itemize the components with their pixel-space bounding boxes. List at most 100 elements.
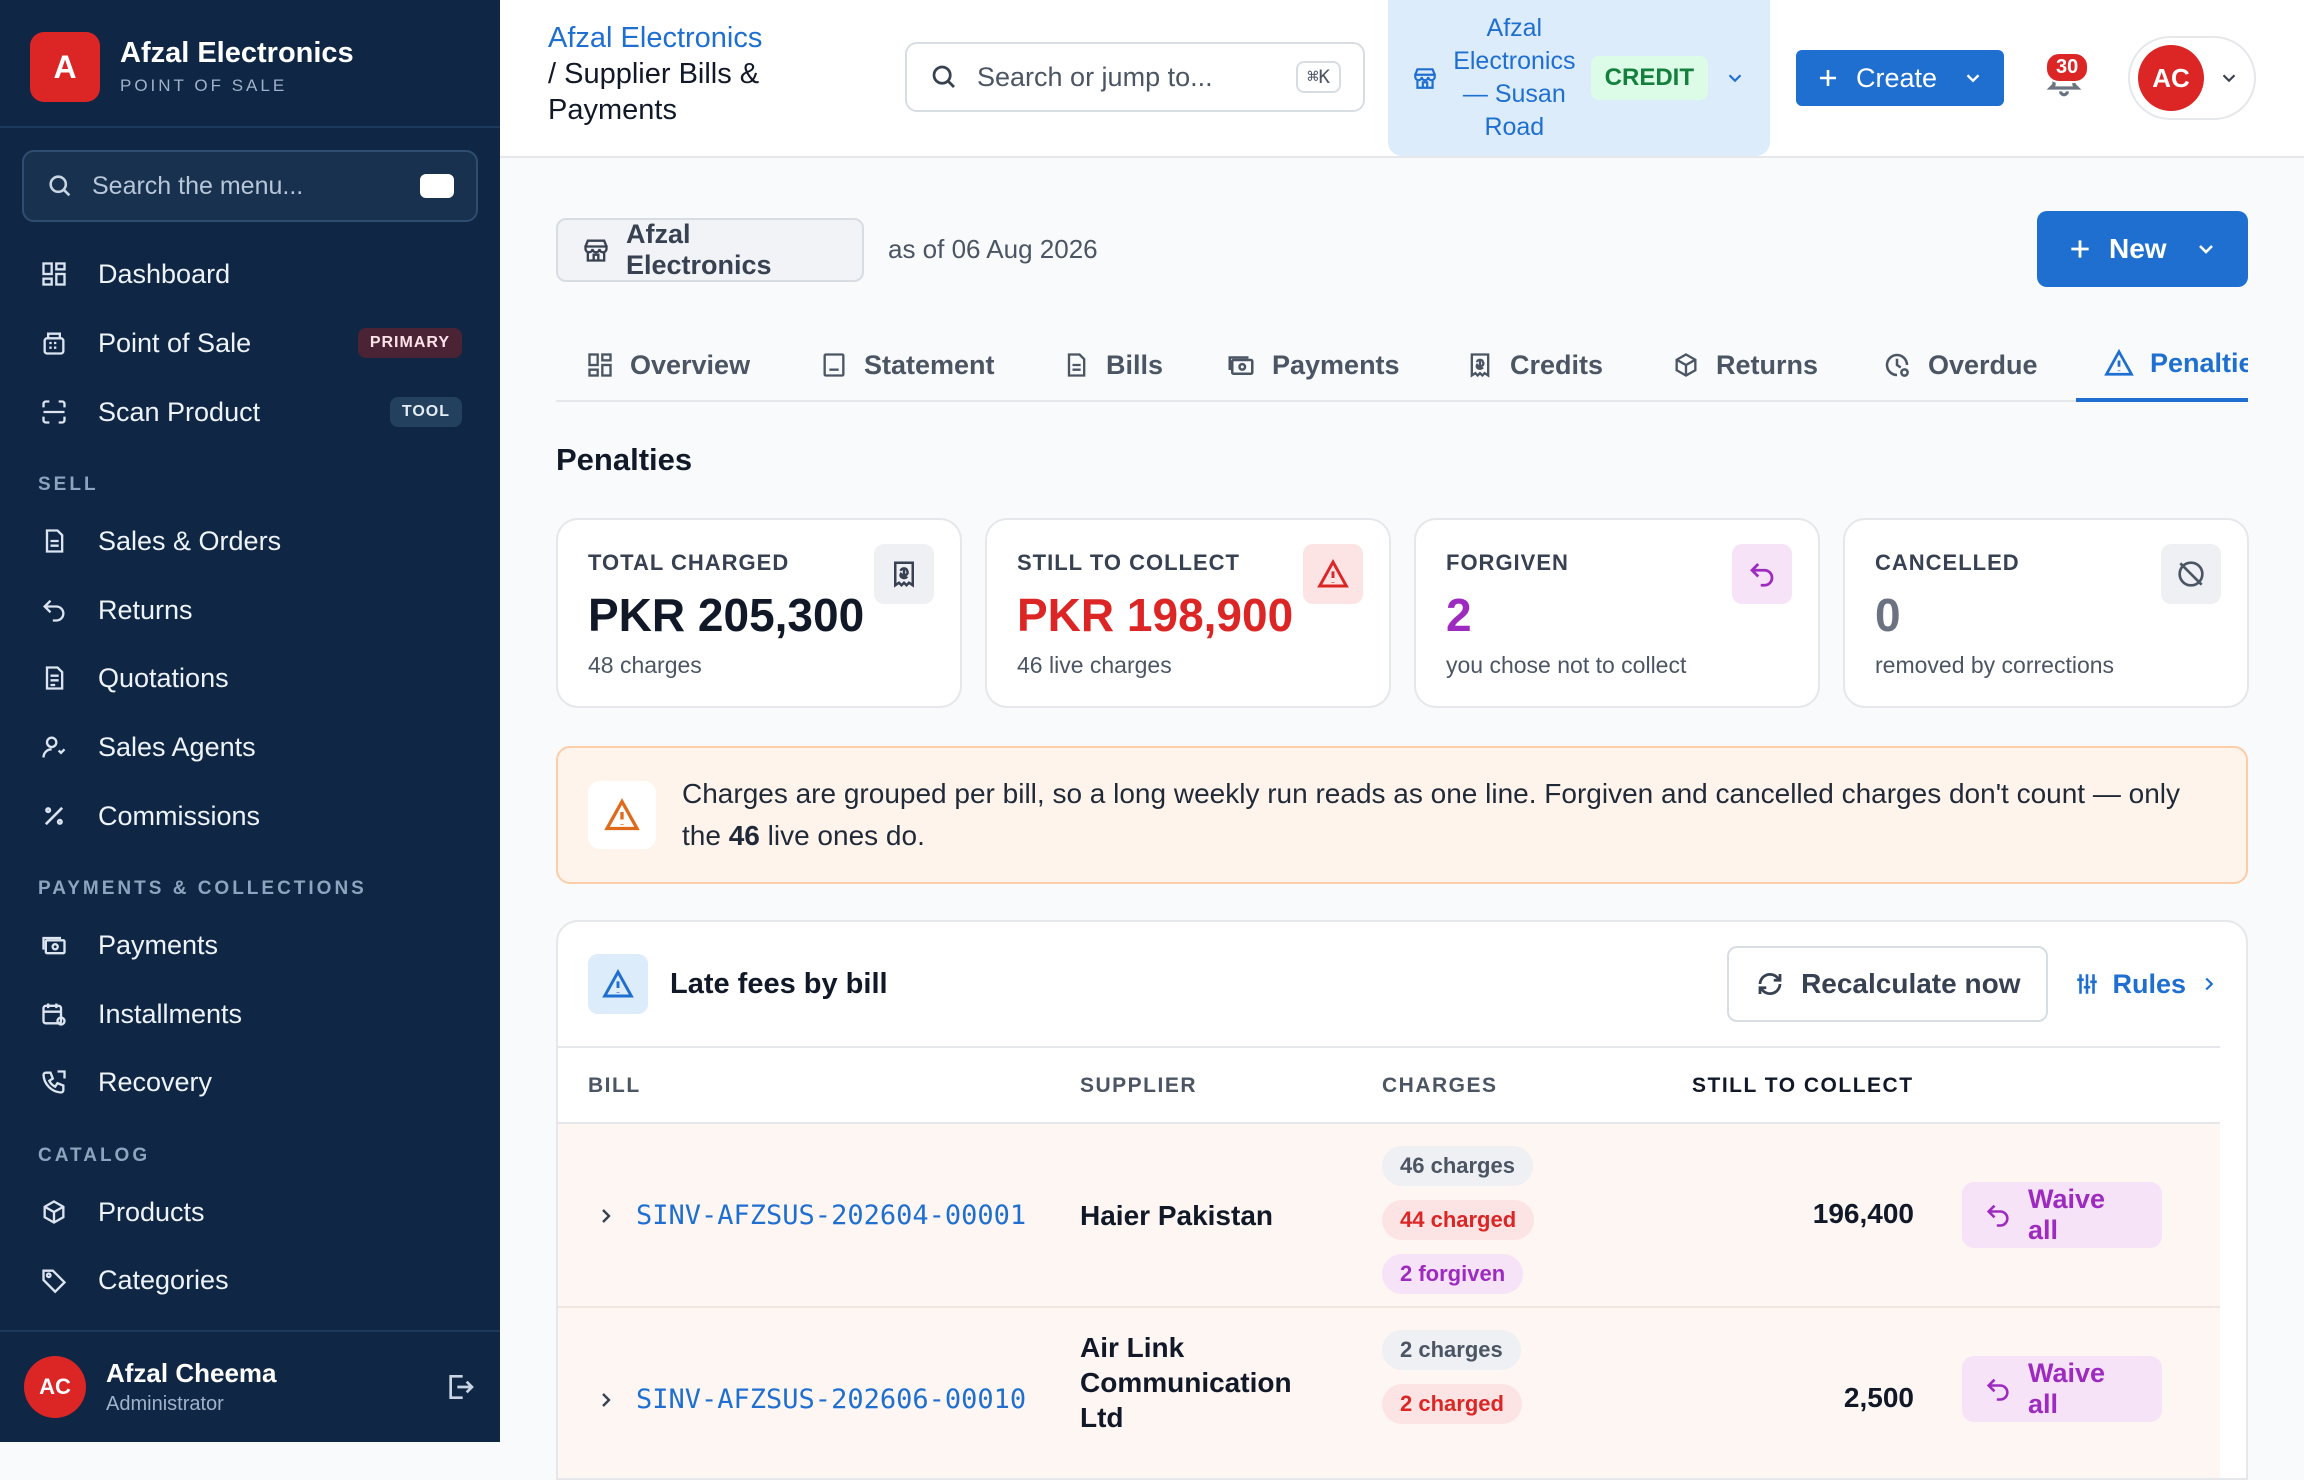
brand-subtitle: POINT OF SALE xyxy=(120,75,288,95)
rules-link[interactable]: Rules xyxy=(2074,969,2220,1000)
sidebar-item-categories[interactable]: Categories xyxy=(38,1252,462,1308)
charges-count-chip: 46 charges xyxy=(1382,1146,1533,1186)
current-user[interactable]: AC Afzal Cheema Administrator xyxy=(0,1330,500,1442)
recalculate-label: Recalculate now xyxy=(1801,968,2021,999)
main-content: Afzal Electronics as of 06 Aug 2026 New … xyxy=(500,158,2304,1480)
sidebar-item-label: Dashboard xyxy=(98,258,231,289)
table-row[interactable]: SINV-AFZSUS-202606-00010 Air Link Commun… xyxy=(558,1308,2220,1478)
sidebar-item-sales-orders[interactable]: Sales & Orders xyxy=(38,513,462,569)
chevron-right-icon[interactable] xyxy=(594,1388,618,1412)
global-search-input[interactable]: Search or jump to... ⌘K xyxy=(905,42,1365,112)
create-label: Create xyxy=(1856,62,1938,93)
tab-overdue[interactable]: Overdue xyxy=(1882,328,2038,402)
notice-text-end: live ones do. xyxy=(759,820,925,851)
new-label: New xyxy=(2109,233,2167,264)
recalculate-button[interactable]: Recalculate now xyxy=(1727,946,2049,1022)
sidebar: A Afzal Electronics POINT OF SALE Search… xyxy=(0,0,500,1442)
column-header-supplier[interactable]: SUPPLIER xyxy=(1080,1074,1197,1098)
waive-all-button[interactable]: Waive all xyxy=(1962,1182,2162,1248)
sidebar-item-installments[interactable]: Installments xyxy=(38,986,462,1042)
store-switcher[interactable]: Afzal Electronics — Susan Road CREDIT xyxy=(1388,0,1770,156)
notification-count-badge: 30 xyxy=(2045,52,2090,83)
tab-credits[interactable]: Credits xyxy=(1466,328,1603,402)
tab-penalties[interactable]: Penalties xyxy=(2076,328,2248,402)
warning-icon xyxy=(588,954,648,1014)
refresh-icon xyxy=(1755,969,1785,999)
percent-icon xyxy=(38,800,70,832)
tab-overview[interactable]: Overview xyxy=(586,328,750,402)
cash-icon xyxy=(38,929,70,961)
waive-all-button[interactable]: Waive all xyxy=(1962,1356,2162,1422)
sidebar-item-label: Recovery xyxy=(98,1066,213,1097)
stat-card-total-charged: TOTAL CHARGED PKR 205,300 48 charges xyxy=(556,518,962,708)
sidebar-item-recovery[interactable]: Recovery xyxy=(38,1054,462,1110)
stat-card-still-to-collect: STILL TO COLLECT PKR 198,900 46 live cha… xyxy=(985,518,1391,708)
chevron-right-icon[interactable] xyxy=(594,1204,618,1228)
stat-subtext: 48 charges xyxy=(588,652,702,678)
sliders-icon xyxy=(2074,971,2100,997)
new-button[interactable]: New xyxy=(2037,211,2248,287)
sidebar-item-scan-product[interactable]: Scan Product TOOL xyxy=(38,384,462,440)
tag-icon xyxy=(38,1264,70,1296)
sidebar-item-label: Categories xyxy=(98,1264,229,1295)
brand[interactable]: A Afzal Electronics POINT OF SALE xyxy=(30,32,354,102)
cancel-icon xyxy=(2161,544,2221,604)
logout-icon[interactable] xyxy=(444,1371,476,1403)
table-row[interactable]: SINV-AFZSUS-202604-00001 Haier Pakistan … xyxy=(558,1124,2220,1308)
quotation-icon xyxy=(38,662,70,694)
tab-label: Penalties xyxy=(2150,347,2248,378)
tab-label: Returns xyxy=(1716,349,1819,380)
supplier-name: Air Link Communication Ltd xyxy=(1080,1332,1292,1433)
create-button[interactable]: Create xyxy=(1796,50,2004,106)
sidebar-item-label: Products xyxy=(98,1196,205,1227)
warning-icon xyxy=(1303,544,1363,604)
late-fees-panel: Late fees by bill Recalculate now Rules … xyxy=(556,920,2248,1480)
sidebar-item-label: Scan Product xyxy=(98,396,261,427)
receipt-icon xyxy=(874,544,934,604)
waive-all-label: Waive all xyxy=(2028,1184,2106,1245)
live-charge-count: 46 xyxy=(728,820,760,851)
section-title-payments: PAYMENTS & COLLECTIONS xyxy=(38,878,367,899)
tab-payments[interactable]: Payments xyxy=(1226,328,1400,402)
column-header-bill[interactable]: BILL xyxy=(588,1074,641,1098)
tab-bills[interactable]: Bills xyxy=(1062,328,1163,402)
tab-label: Payments xyxy=(1272,349,1400,380)
account-menu[interactable]: AC xyxy=(2128,36,2256,120)
sidebar-item-payments[interactable]: Payments xyxy=(38,917,462,973)
phone-icon xyxy=(38,1066,70,1098)
breadcrumb-separator: / xyxy=(548,58,557,90)
tab-returns[interactable]: Returns xyxy=(1672,328,1818,402)
credit-badge: CREDIT xyxy=(1590,56,1708,100)
box-return-icon xyxy=(1672,351,1700,379)
bill-icon xyxy=(1062,351,1090,379)
tab-statement[interactable]: Statement xyxy=(820,328,995,402)
sidebar-item-point-of-sale[interactable]: Point of Sale PRIMARY xyxy=(38,315,462,371)
sidebar-item-dashboard[interactable]: Dashboard xyxy=(38,246,462,302)
sidebar-item-commissions[interactable]: Commissions xyxy=(38,788,462,844)
business-name: Afzal Electronics xyxy=(626,219,772,280)
sidebar-item-quotations[interactable]: Quotations xyxy=(38,650,462,706)
bill-number-link[interactable]: SINV-AFZSUS-202606-00010 xyxy=(636,1384,1026,1415)
statement-icon xyxy=(820,351,848,379)
search-placeholder: Search or jump to... xyxy=(977,61,1213,92)
tab-label: Credits xyxy=(1510,349,1604,380)
column-header-charges[interactable]: CHARGES xyxy=(1382,1074,1498,1098)
sidebar-item-products[interactable]: Products xyxy=(38,1184,462,1240)
bill-number-link[interactable]: SINV-AFZSUS-202604-00001 xyxy=(636,1200,1026,1231)
column-header-still-to-collect[interactable]: STILL TO COLLECT xyxy=(1692,1074,1914,1098)
sidebar-item-label: Commissions xyxy=(98,800,261,831)
receipt-icon xyxy=(1466,351,1494,379)
section-title-catalog: CATALOG xyxy=(38,1145,151,1166)
as-of-date: as of 06 Aug 2026 xyxy=(888,234,1098,264)
sidebar-item-returns[interactable]: Returns xyxy=(38,582,462,638)
search-icon xyxy=(46,172,74,200)
sidebar-item-sales-agents[interactable]: Sales Agents xyxy=(38,719,462,775)
menu-search-input[interactable]: Search the menu... xyxy=(22,150,478,222)
chevron-down-icon xyxy=(2218,67,2240,89)
chevron-down-icon xyxy=(1962,67,1984,89)
cash-icon xyxy=(1226,350,1256,380)
section-title: Penalties xyxy=(556,442,693,477)
business-chip[interactable]: Afzal Electronics xyxy=(556,218,864,282)
breadcrumb-link[interactable]: Afzal Electronics xyxy=(548,22,762,54)
grid-icon xyxy=(586,351,614,379)
